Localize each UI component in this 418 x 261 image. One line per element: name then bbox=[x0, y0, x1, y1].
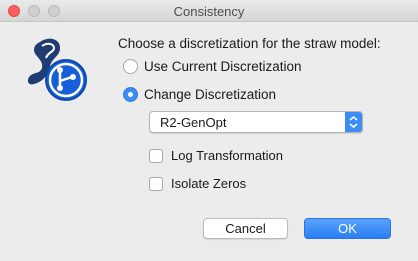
checkbox[interactable] bbox=[149, 148, 163, 163]
checkbox-label: Log Transformation bbox=[171, 148, 284, 163]
up-down-chevron-icon[interactable] bbox=[345, 112, 362, 132]
title-bar[interactable]: Consistency bbox=[0, 0, 418, 22]
discretization-prompt: Choose a discretization for the straw mo… bbox=[118, 36, 381, 51]
option-label: Change Discretization bbox=[144, 87, 277, 102]
radio-button[interactable] bbox=[123, 59, 138, 74]
checkbox[interactable] bbox=[149, 176, 163, 191]
option-label: Use Current Discretization bbox=[144, 59, 302, 74]
isolate-zeros-option[interactable]: Isolate Zeros bbox=[149, 176, 246, 191]
radio-button-selected[interactable] bbox=[123, 87, 138, 102]
use-current-discretization-option[interactable]: Use Current Discretization bbox=[123, 59, 302, 74]
checkbox-label: Isolate Zeros bbox=[171, 176, 247, 191]
ok-button[interactable]: OK bbox=[304, 218, 391, 239]
window-title: Consistency bbox=[173, 4, 245, 19]
dialog-window: Consistency Choose a discretization for … bbox=[0, 0, 418, 261]
discretization-select[interactable]: R2-GenOpt bbox=[149, 111, 363, 133]
cancel-button[interactable]: Cancel bbox=[203, 218, 288, 239]
select-value: R2-GenOpt bbox=[160, 115, 227, 130]
change-discretization-option[interactable]: Change Discretization bbox=[123, 87, 276, 102]
log-transformation-option[interactable]: Log Transformation bbox=[149, 148, 283, 163]
app-logo-icon bbox=[27, 38, 87, 101]
